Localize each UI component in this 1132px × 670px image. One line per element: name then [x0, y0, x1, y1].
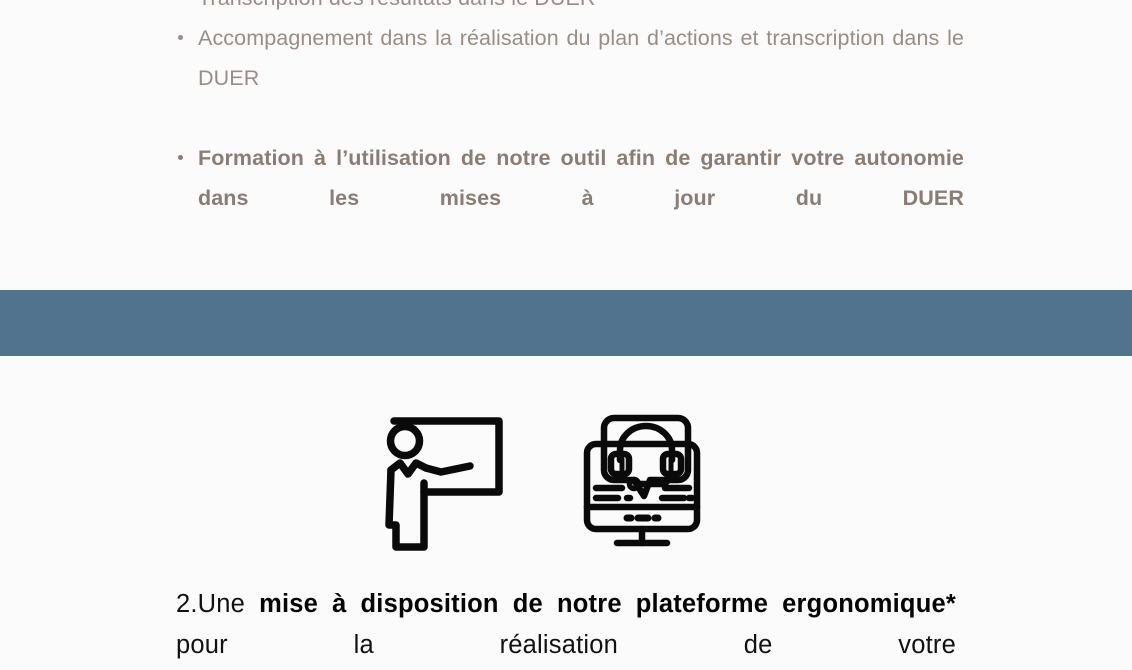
trainer-presentation-icon: [378, 413, 503, 558]
slide-page: Transcription des résultats dans le DUER…: [0, 0, 1132, 670]
paragraph-lead: Une: [197, 590, 260, 618]
online-support-headset-icon: [572, 412, 712, 562]
blue-section-divider: [0, 290, 1132, 356]
service-bullet-list: Transcription des résultats dans le DUER…: [176, 0, 964, 258]
list-item-label: Transcription des résultats dans le DUER: [198, 0, 596, 10]
icon-row: [0, 405, 1132, 555]
list-item: Formation à l’utilisation de notre outil…: [176, 138, 964, 258]
section-number: 2.: [176, 590, 198, 618]
list-item: Transcription des résultats dans le DUER: [176, 0, 964, 18]
bullet-dot-icon: [178, 35, 183, 40]
paragraph-bold-phrase: mise à disposition de notre plateforme e…: [259, 590, 956, 618]
paragraph-tail: pour la réalisation de votre: [176, 631, 956, 659]
section-paragraph: 2.Une mise à disposition de notre platef…: [176, 584, 956, 670]
list-item: Accompagnement dans la réalisation du pl…: [176, 18, 964, 138]
list-item-label: Formation à l’utilisation de notre outil…: [198, 146, 964, 210]
bullet-dot-icon: [178, 155, 183, 160]
list-item-label: Accompagnement dans la réalisation du pl…: [198, 26, 964, 90]
